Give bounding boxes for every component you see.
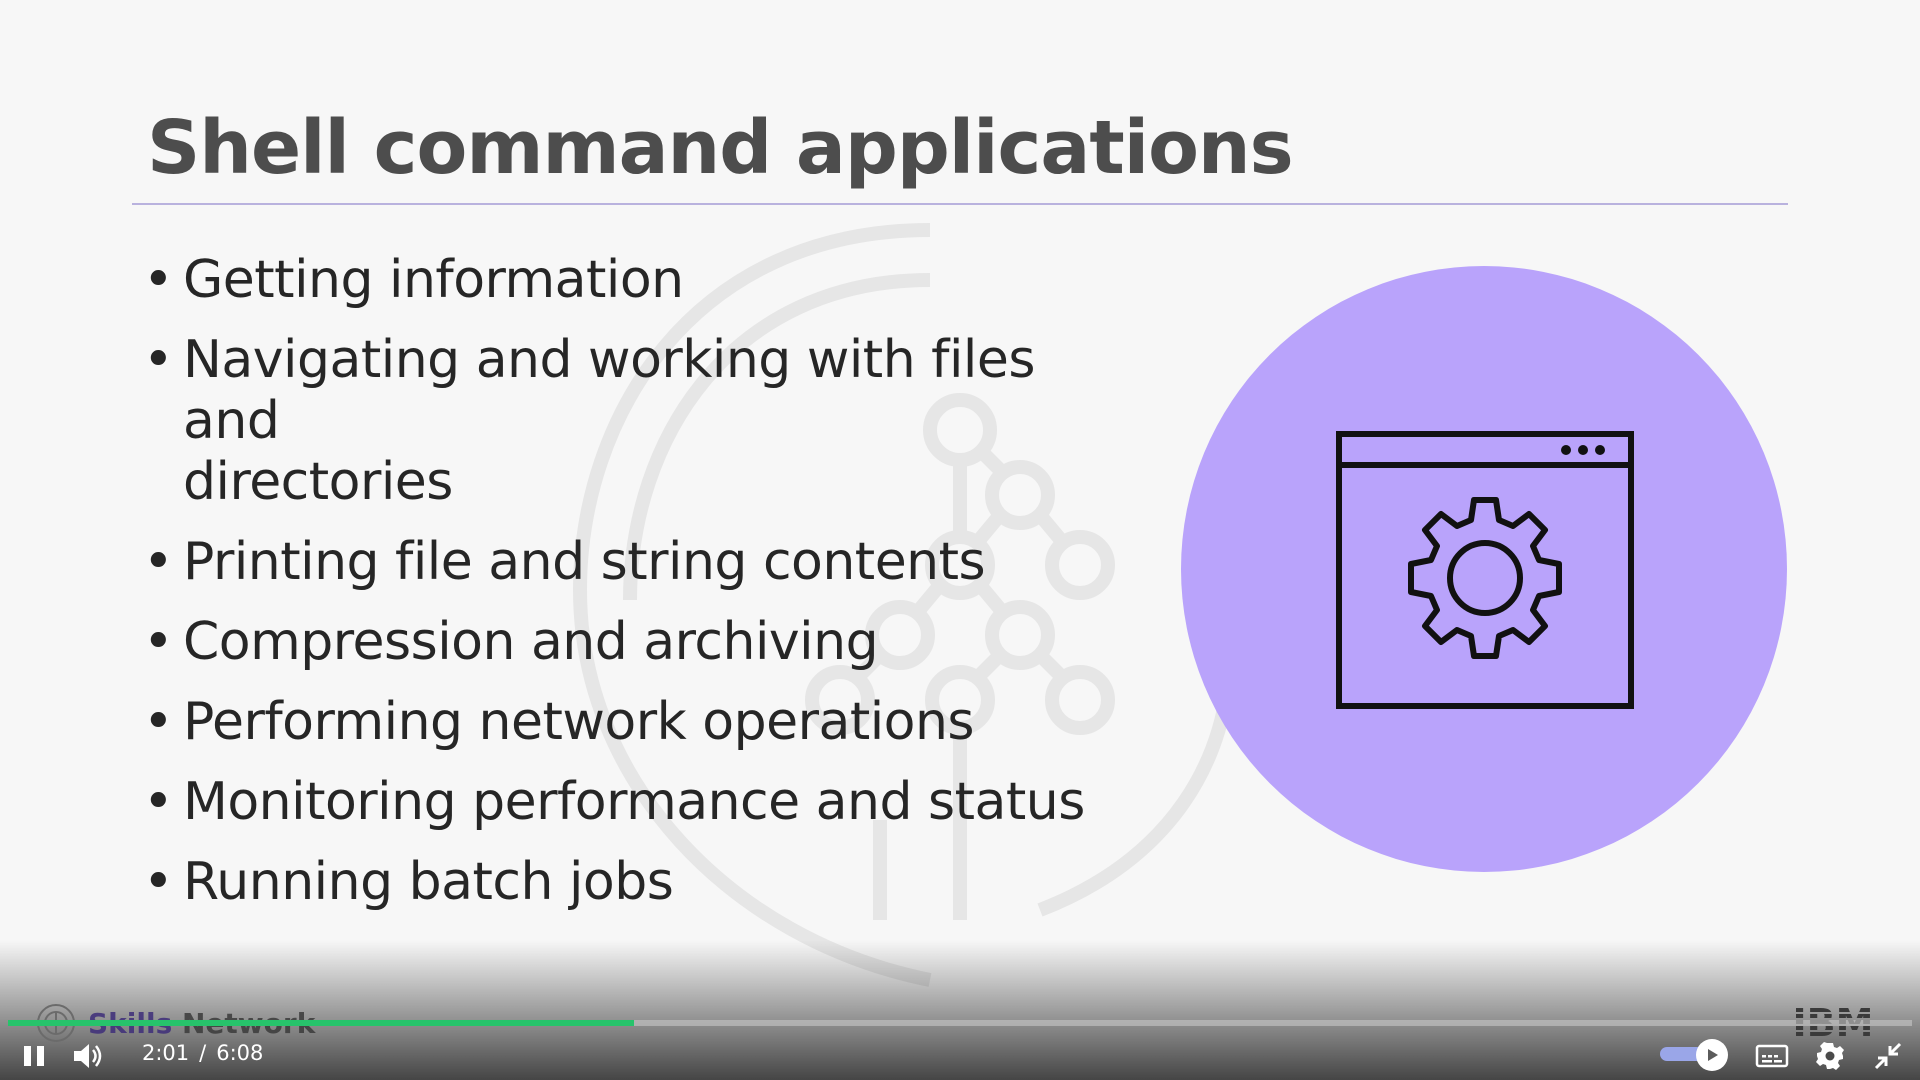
pause-button[interactable]: [16, 1038, 52, 1074]
bullet-item: • Navigating and working with files and …: [143, 330, 1143, 513]
bullet-item: • Performing network operations: [143, 692, 1143, 753]
slide-title: Shell command applications: [147, 105, 1294, 191]
window-gear-icon: [1336, 431, 1634, 709]
pause-icon: [24, 1046, 44, 1066]
bullet-text: Getting information: [183, 250, 684, 310]
bullet-list: • Getting information • Navigating and w…: [143, 250, 1143, 932]
bullet-marker: •: [143, 852, 174, 912]
bullet-marker: •: [143, 692, 174, 752]
bullet-marker: •: [143, 772, 174, 832]
bullet-text: Compression and archiving: [183, 612, 879, 672]
bullet-marker: •: [143, 250, 174, 310]
current-time: 2:01: [142, 1041, 190, 1065]
settings-button[interactable]: [1812, 1038, 1848, 1074]
exit-fullscreen-button[interactable]: [1870, 1038, 1906, 1074]
duration: 6:08: [216, 1041, 264, 1065]
bullet-text: Performing network operations: [183, 692, 975, 752]
settings-icon: [1816, 1042, 1844, 1070]
bullet-item: • Monitoring performance and status: [143, 772, 1143, 833]
bullet-marker: •: [143, 330, 174, 390]
captions-icon: [1755, 1044, 1789, 1068]
bullet-text: Monitoring performance and status: [183, 772, 1085, 832]
time-separator: /: [199, 1041, 207, 1065]
time-display: 2:01 / 6:08: [142, 1041, 263, 1065]
bullet-text: Navigating and working with files and: [183, 330, 1035, 451]
exit-fullscreen-icon: [1874, 1042, 1902, 1070]
bullet-item: • Running batch jobs: [143, 852, 1143, 913]
title-divider: [132, 203, 1788, 205]
bullet-text: Running batch jobs: [183, 852, 674, 912]
slide: Shell command applications • Getting inf…: [0, 0, 1920, 1080]
bullet-text: Printing file and string contents: [183, 532, 986, 592]
bullet-item: • Printing file and string contents: [143, 532, 1143, 593]
captions-button[interactable]: [1752, 1038, 1792, 1074]
bullet-text-continued: directories: [183, 452, 453, 512]
progress-bar[interactable]: [8, 1020, 1912, 1026]
bullet-item: • Getting information: [143, 250, 1143, 311]
play-triangle-icon: [1708, 1049, 1718, 1061]
bullet-marker: •: [143, 532, 174, 592]
volume-icon: [74, 1044, 102, 1068]
bullet-marker: •: [143, 612, 174, 672]
volume-slider-handle[interactable]: [1696, 1039, 1728, 1071]
volume-button[interactable]: [70, 1038, 106, 1074]
progress-played: [8, 1020, 635, 1026]
bullet-item: • Compression and archiving: [143, 612, 1143, 673]
